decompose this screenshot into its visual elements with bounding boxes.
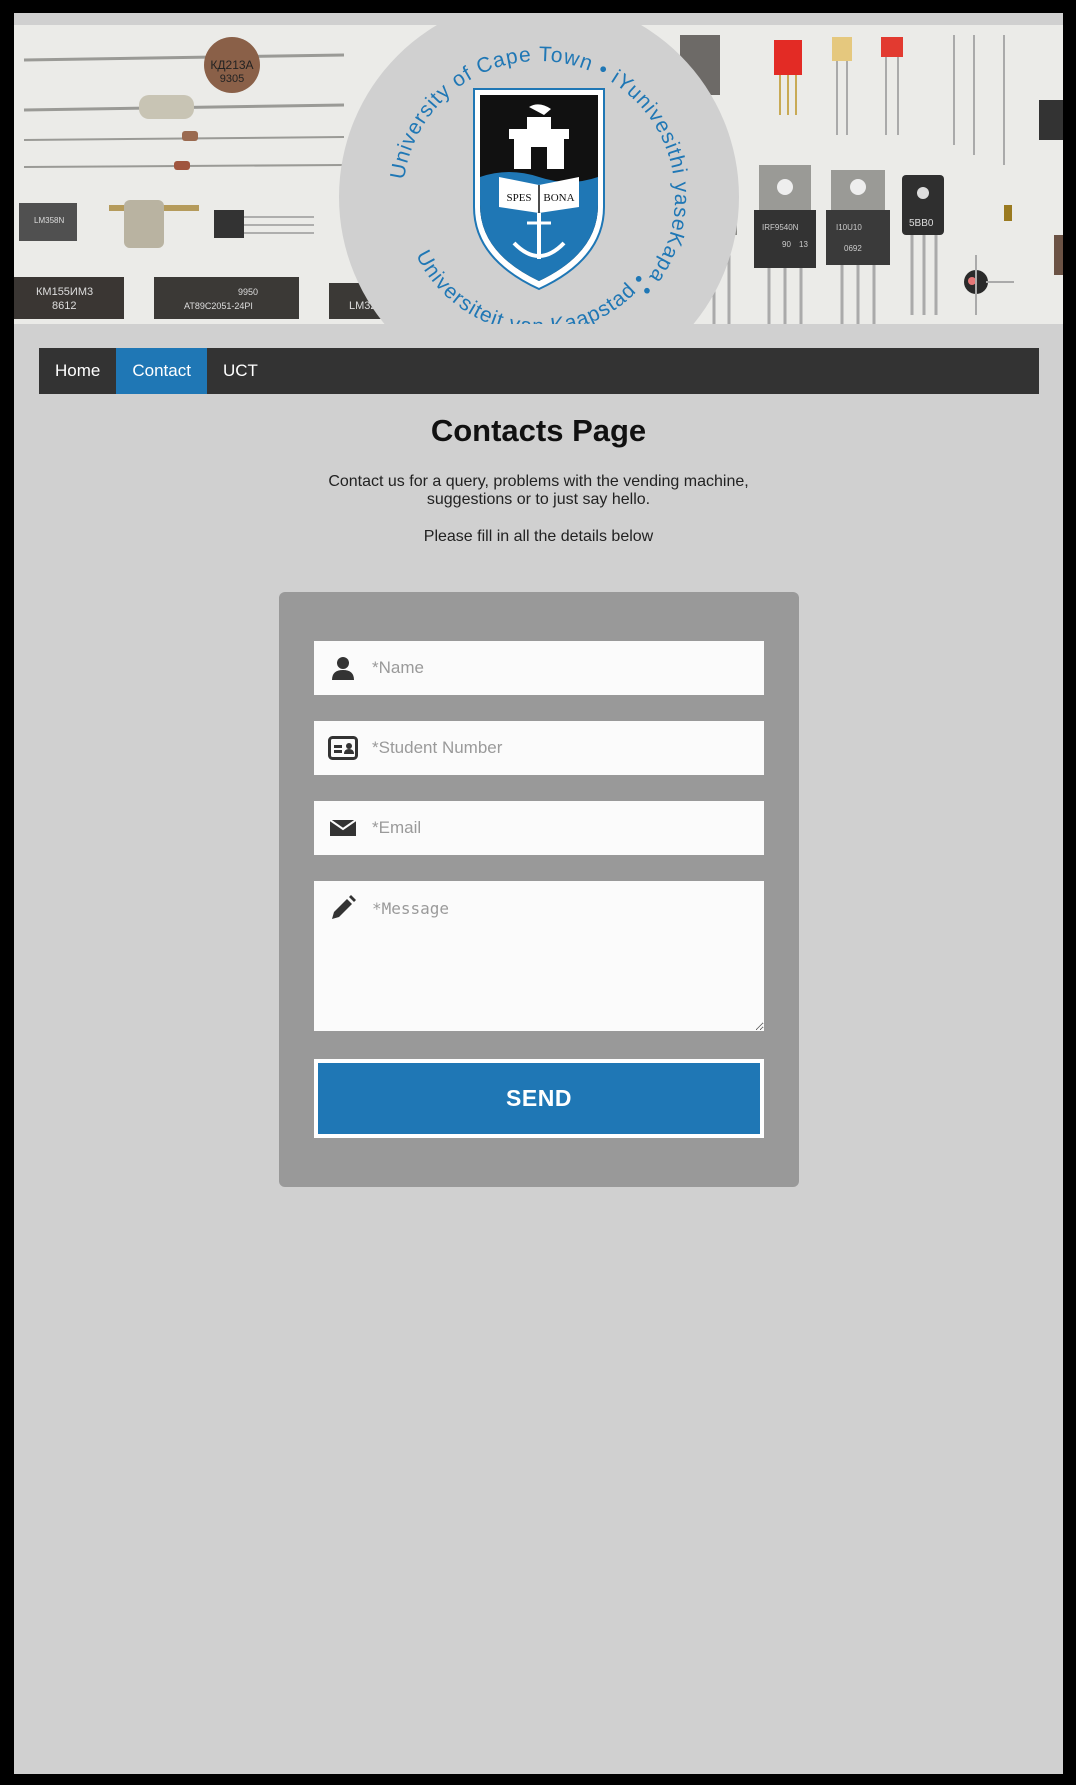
header-banner: КД213А 9305 LM358N КМ155ИМ3 8612 9950 AT…: [14, 25, 1063, 324]
user-icon: [314, 641, 372, 695]
svg-text:8612: 8612: [52, 300, 76, 312]
intro-text: Contact us for a query, problems with th…: [328, 473, 749, 508]
svg-text:КД213А: КД213А: [210, 58, 253, 72]
svg-text:90: 90: [782, 240, 791, 249]
pencil-icon: [314, 881, 372, 935]
svg-text:13: 13: [799, 240, 808, 249]
student-number-field: [314, 721, 764, 775]
uct-crest-logo: University of Cape Town • iYunivesithi y…: [386, 43, 692, 324]
fill-details-hint: Please fill in all the details below: [423, 528, 654, 545]
envelope-icon: [314, 801, 372, 855]
send-button[interactable]: SEND: [314, 1059, 764, 1138]
nav-uct[interactable]: UCT: [207, 348, 274, 394]
svg-text:5BB0: 5BB0: [909, 218, 934, 229]
message-input[interactable]: [372, 881, 764, 1031]
name-input[interactable]: [372, 641, 764, 695]
svg-text:9950: 9950: [238, 287, 258, 297]
uct-seal: University of Cape Town • iYunivesithi y…: [339, 25, 739, 324]
name-field: [314, 641, 764, 695]
svg-text:SPES: SPES: [506, 192, 531, 204]
svg-text:0692: 0692: [844, 244, 862, 253]
svg-text:IRF9540N: IRF9540N: [762, 223, 799, 232]
nav-home[interactable]: Home: [39, 348, 116, 394]
email-field: [314, 801, 764, 855]
page: КД213А 9305 LM358N КМ155ИМ3 8612 9950 AT…: [14, 13, 1063, 1774]
svg-text:КМ155ИМ3: КМ155ИМ3: [36, 286, 93, 298]
message-field: [314, 881, 764, 1031]
svg-text:I10U10: I10U10: [836, 223, 862, 232]
top-nav: Home Contact UCT: [39, 348, 1039, 394]
svg-text:9305: 9305: [220, 73, 244, 85]
nav-contact[interactable]: Contact: [116, 348, 207, 394]
id-card-icon: [314, 721, 372, 775]
svg-text:AT89C2051-24PI: AT89C2051-24PI: [184, 301, 253, 311]
page-title: Contacts Page: [430, 413, 647, 448]
svg-text:BONA: BONA: [543, 192, 574, 204]
contact-form: SEND: [279, 592, 799, 1187]
svg-text:LM358N: LM358N: [34, 216, 64, 225]
student-number-input[interactable]: [372, 721, 764, 775]
email-input[interactable]: [372, 801, 764, 855]
